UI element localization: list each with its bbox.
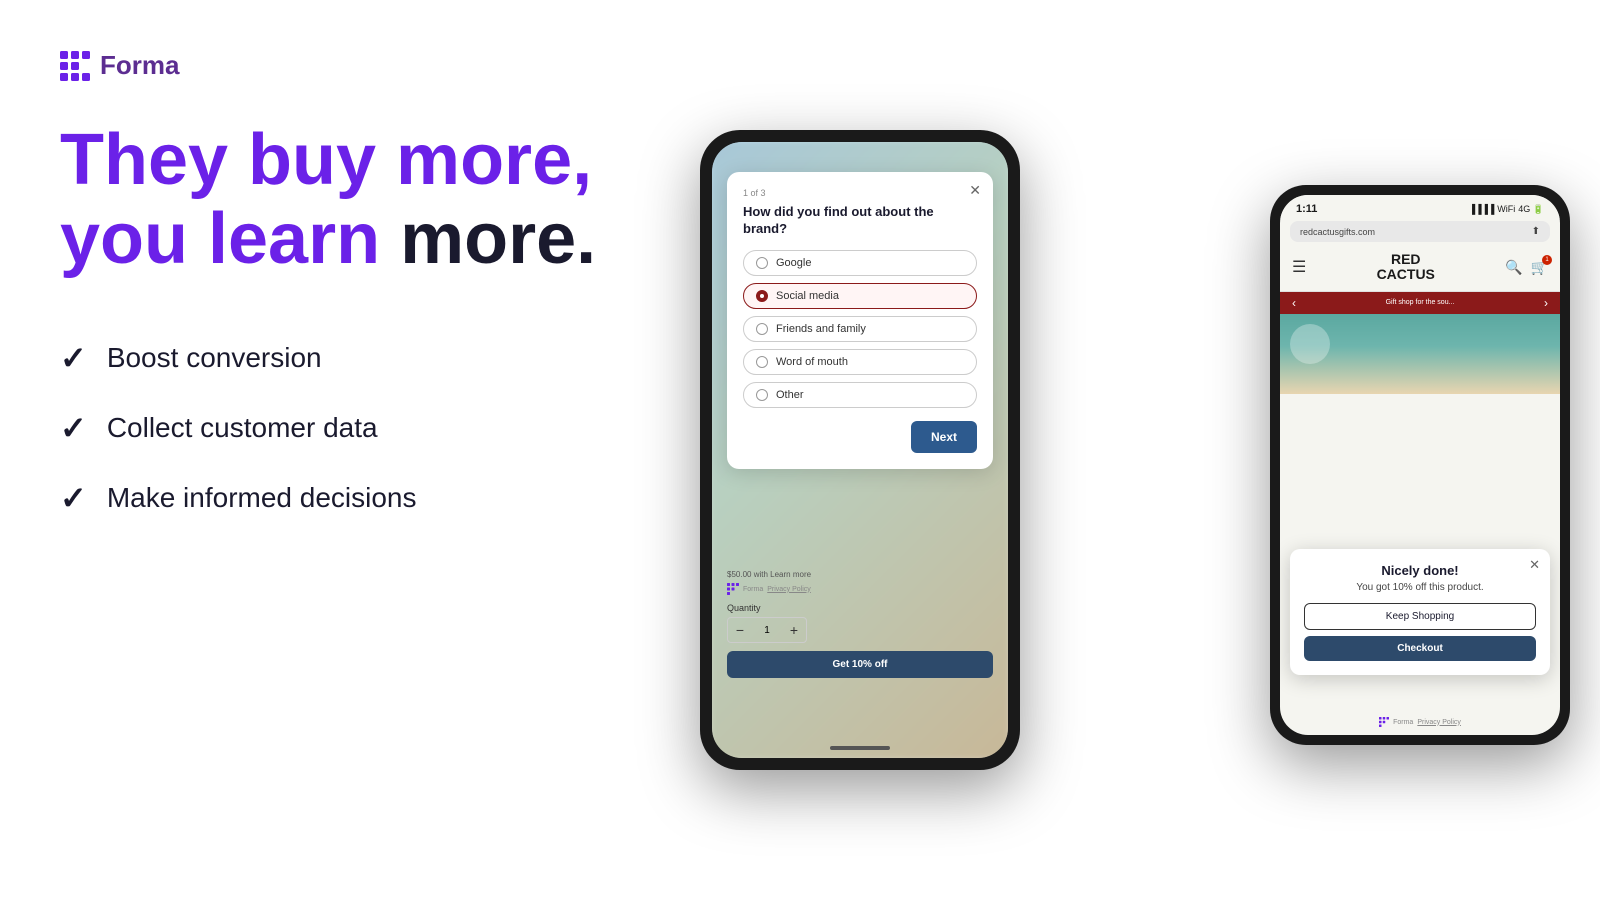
headline-line1-purple: They buy more, [60, 120, 592, 200]
radio-option-wordofmouth[interactable]: Word of mouth [743, 349, 977, 375]
status-time: 1:11 [1296, 203, 1317, 215]
banner-next-icon[interactable]: › [1544, 296, 1548, 310]
radio-dot-google [756, 257, 768, 269]
check-item-2: ✓ Collect customer data [60, 409, 620, 447]
check-label-1: Boost conversion [107, 342, 322, 374]
store-name-line1: RED [1391, 251, 1421, 267]
quantity-decrement[interactable]: − [728, 618, 752, 642]
radio-label-social: Social media [776, 290, 839, 302]
success-close-button[interactable]: ✕ [1529, 557, 1540, 573]
keep-shopping-button[interactable]: Keep Shopping [1304, 603, 1536, 630]
headline-line2-purple: you learn [60, 199, 400, 279]
radio-option-other[interactable]: Other [743, 382, 977, 408]
shopify-text: $50.00 with Learn more [727, 570, 993, 579]
status-bar: 1:11 ▐▐▐▐ WiFi 4G 🔋 [1280, 195, 1560, 219]
forma-footer-survey: Forma Privacy Policy [727, 583, 993, 595]
store-logo: RED CACTUS [1377, 252, 1435, 283]
privacy-label-result: Privacy Policy [1417, 719, 1461, 726]
radio-label-wordofmouth: Word of mouth [776, 356, 848, 368]
store-product-image [1280, 314, 1560, 394]
url-bar[interactable]: redcactusgifts.com ⬆ [1290, 221, 1550, 242]
radio-label-friends: Friends and family [776, 323, 866, 335]
success-subtitle: You got 10% off this product. [1304, 582, 1536, 593]
quantity-value: 1 [752, 625, 782, 636]
radio-dot-friends [756, 323, 768, 335]
modal-question: How did you find out about the brand? [743, 204, 977, 238]
radio-label-google: Google [776, 257, 811, 269]
wifi-icon: WiFi [1497, 204, 1515, 214]
quantity-increment[interactable]: + [782, 618, 806, 642]
url-text: redcactusgifts.com [1300, 227, 1375, 237]
headline-line2-dark: more. [400, 199, 596, 279]
checkmark-2: ✓ [60, 409, 87, 447]
logo: Forma [60, 50, 620, 81]
share-icon[interactable]: ⬆ [1532, 226, 1540, 237]
store-name-line2: CACTUS [1377, 266, 1435, 282]
success-title: Nicely done! [1304, 563, 1536, 578]
modal-close-button[interactable]: ✕ [969, 182, 981, 199]
checkmark-1: ✓ [60, 339, 87, 377]
radio-dot-wordofmouth [756, 356, 768, 368]
next-button[interactable]: Next [911, 421, 977, 453]
banner-text: Gift shop for the sou... [1296, 299, 1544, 306]
logo-text: Forma [100, 50, 179, 81]
radio-dot-other [756, 389, 768, 401]
headline: They buy more, you learn more. [60, 121, 620, 279]
phone-result-inner: 1:11 ▐▐▐▐ WiFi 4G 🔋 redcactusgifts.com ⬆… [1280, 195, 1560, 735]
signal-icon: ▐▐▐▐ [1469, 204, 1495, 214]
check-item-3: ✓ Make informed decisions [60, 479, 620, 517]
below-modal-content: $50.00 with Learn more Forma Privacy Pol… [727, 570, 993, 678]
survey-modal: 1 of 3 ✕ How did you find out about the … [727, 172, 993, 469]
checkmark-3: ✓ [60, 479, 87, 517]
status-icons: ▐▐▐▐ WiFi 4G 🔋 [1469, 204, 1544, 215]
phone-survey: 1 of 3 ✕ How did you find out about the … [700, 130, 1020, 770]
radio-option-social[interactable]: Social media [743, 283, 977, 309]
modal-step: 1 of 3 [743, 188, 977, 198]
quantity-label: Quantity [727, 603, 993, 613]
check-item-1: ✓ Boost conversion [60, 339, 620, 377]
hamburger-menu-icon[interactable]: ☰ [1292, 257, 1306, 277]
quantity-control: − 1 + [727, 617, 807, 643]
check-label-3: Make informed decisions [107, 482, 417, 514]
phone-survey-inner: 1 of 3 ✕ How did you find out about the … [712, 142, 1008, 758]
search-icon[interactable]: 🔍 [1505, 259, 1522, 276]
privacy-label-survey: Privacy Policy [767, 586, 811, 593]
radio-option-google[interactable]: Google [743, 250, 977, 276]
store-banner: ‹ Gift shop for the sou... › [1280, 292, 1560, 314]
forma-footer-result: Forma Privacy Policy [1280, 717, 1560, 727]
checklist: ✓ Boost conversion ✓ Collect customer da… [60, 339, 620, 517]
radio-dot-social [756, 290, 768, 302]
battery-icon: 4G 🔋 [1518, 204, 1544, 215]
get-discount-button[interactable]: Get 10% off [727, 651, 993, 678]
radio-label-other: Other [776, 389, 804, 401]
phone-result: 1:11 ▐▐▐▐ WiFi 4G 🔋 redcactusgifts.com ⬆… [1270, 185, 1570, 745]
forma-logo-icon [60, 51, 90, 81]
cart-icon[interactable]: 🛒 1 [1531, 259, 1548, 276]
success-modal: ✕ Nicely done! You got 10% off this prod… [1290, 549, 1550, 675]
forma-label-survey: Forma [743, 586, 763, 593]
cart-count: 1 [1542, 255, 1552, 265]
checkout-button[interactable]: Checkout [1304, 636, 1536, 661]
forma-label-result: Forma [1393, 719, 1413, 726]
right-panel: 1 of 3 ✕ How did you find out about the … [680, 0, 1600, 900]
check-label-2: Collect customer data [107, 412, 378, 444]
forma-mini-icon [727, 583, 739, 595]
radio-option-friends[interactable]: Friends and family [743, 316, 977, 342]
left-panel: Forma They buy more, you learn more. ✓ B… [0, 0, 680, 900]
store-action-icons: 🔍 🛒 1 [1505, 259, 1548, 276]
home-indicator [830, 746, 890, 750]
forma-result-icon [1379, 717, 1389, 727]
decorative-circle [1290, 324, 1330, 364]
quantity-row: Quantity − 1 + [727, 603, 993, 643]
store-header: ☰ RED CACTUS 🔍 🛒 1 [1280, 244, 1560, 292]
